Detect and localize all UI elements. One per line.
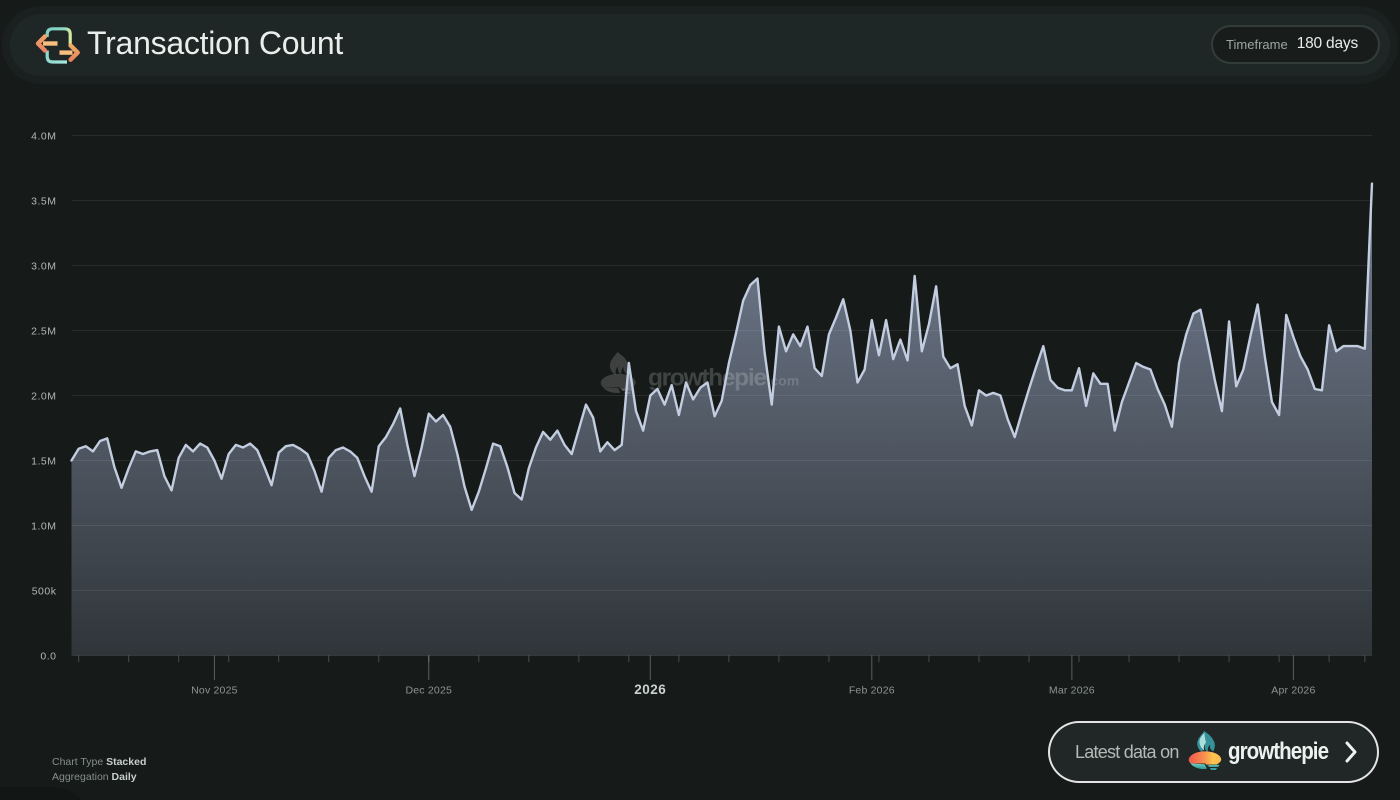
- svg-text:growthepie: growthepie: [648, 365, 766, 392]
- svg-text:Mar 2026: Mar 2026: [1049, 685, 1095, 697]
- svg-text:3.0M: 3.0M: [31, 260, 56, 272]
- svg-text:.com: .com: [767, 373, 800, 389]
- svg-text:Dec 2025: Dec 2025: [405, 685, 452, 697]
- svg-text:3.5M: 3.5M: [31, 195, 56, 207]
- svg-text:2.0M: 2.0M: [31, 390, 56, 402]
- svg-text:2.5M: 2.5M: [31, 325, 56, 337]
- svg-text:Apr 2026: Apr 2026: [1271, 685, 1315, 697]
- svg-text:Feb 2026: Feb 2026: [849, 685, 895, 697]
- svg-text:1.0M: 1.0M: [31, 520, 56, 532]
- svg-text:500k: 500k: [32, 585, 57, 597]
- svg-text:2026: 2026: [634, 682, 666, 697]
- svg-text:Nov 2025: Nov 2025: [191, 685, 238, 697]
- svg-text:0.0: 0.0: [40, 650, 56, 662]
- svg-text:1.5M: 1.5M: [31, 455, 56, 467]
- svg-text:4.0M: 4.0M: [31, 130, 56, 142]
